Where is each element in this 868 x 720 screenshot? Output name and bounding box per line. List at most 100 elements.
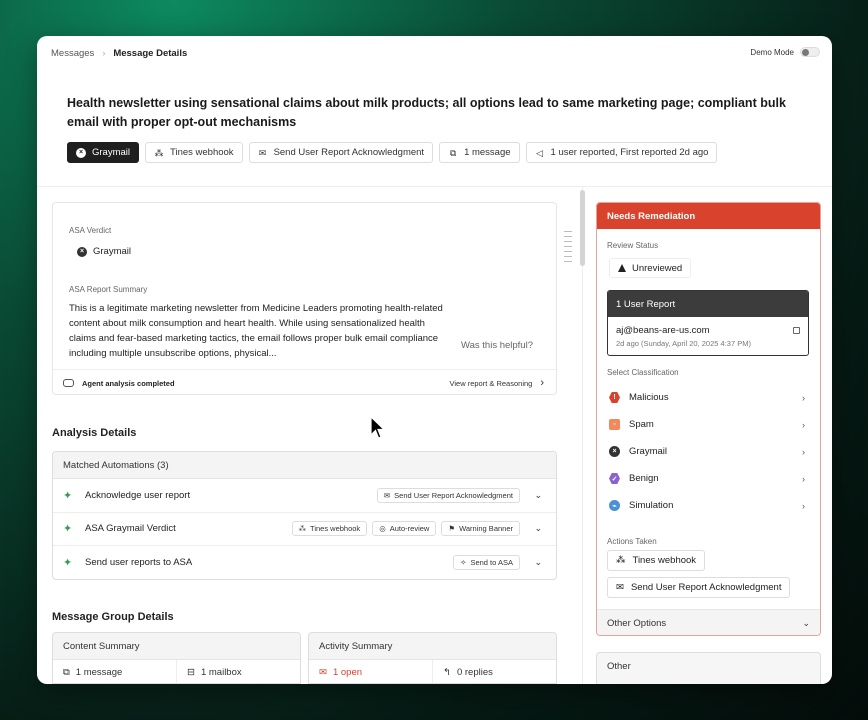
sparkle-icon: ✦: [63, 489, 73, 502]
chevron-down-icon[interactable]: ⌄: [534, 523, 542, 534]
automation-label: Acknowledge user report: [85, 489, 191, 501]
activity-summary-card: Activity Summary ✉ 1 open ↰ 0 replies: [308, 632, 557, 684]
other-card[interactable]: Other: [596, 652, 821, 684]
check-circle-icon: ◎: [379, 524, 386, 534]
verdict-label: ASA Verdict: [69, 226, 112, 235]
webhook-icon: ⁂: [298, 524, 307, 534]
x-circle-icon: ×: [76, 147, 86, 158]
tag-graymail[interactable]: × Graymail: [67, 142, 140, 163]
messages-icon: ⧉: [449, 147, 457, 158]
view-report-label: View report & Reasoning: [449, 378, 533, 388]
cell-value: 1 message: [75, 667, 123, 678]
reply-count-cell: ↰ 0 replies: [432, 660, 556, 683]
review-status-label: Review Status: [607, 241, 659, 250]
chevron-down-icon[interactable]: ⌄: [534, 557, 542, 568]
chevron-right-icon: ›: [802, 473, 805, 484]
toggle-knob: [802, 49, 809, 56]
chevron-down-icon[interactable]: ⌄: [534, 490, 542, 501]
tag-label: 1 user reported, First reported 2d ago: [550, 147, 709, 158]
warning-icon: [618, 264, 626, 272]
classification-label-text: Benign: [629, 473, 659, 484]
view-report-link[interactable]: View report & Reasoning ›: [450, 377, 545, 389]
chip-send-ack[interactable]: ✉ Send User Report Acknowledgment: [376, 487, 520, 503]
chip-label: Send to ASA: [470, 558, 513, 568]
report-date: 2d ago (Sunday, April 20, 2025 4:37 PM): [616, 339, 751, 348]
breadcrumb-messages[interactable]: Messages: [51, 48, 94, 59]
reply-icon: ↰: [443, 667, 451, 678]
actions-label: Actions Taken: [607, 537, 657, 546]
classification-spam[interactable]: ▫ Spam ›: [607, 411, 809, 438]
simulation-icon: ⌁: [609, 500, 620, 511]
tag-message-count[interactable]: ⧉ 1 message: [439, 142, 520, 163]
other-options[interactable]: Other Options ⌄: [597, 609, 820, 635]
action-label: Tines webhook: [632, 555, 697, 566]
message-header: Health newsletter using sensational clai…: [37, 70, 832, 186]
tag-tines-webhook[interactable]: ⁂ Tines webhook: [145, 142, 243, 163]
classification-malicious[interactable]: ! Malicious ›: [607, 384, 809, 411]
copy-icon[interactable]: [793, 327, 800, 334]
action-label: Send User Report Acknowledgment: [630, 582, 782, 593]
demo-mode-toggle[interactable]: [800, 47, 820, 57]
action-send-ack[interactable]: ✉ Send User Report Acknowledgment: [607, 577, 791, 598]
main-content: ASA Verdict × Graymail ASA Report Summary…: [52, 202, 572, 684]
chip-auto-review[interactable]: ◎ Auto-review: [372, 521, 437, 537]
remediation-panel: Needs Remediation Review Status Unreview…: [596, 202, 821, 636]
demo-mode-label: Demo Mode: [750, 47, 794, 57]
action-tines-webhook[interactable]: ⁂ Tines webhook: [607, 550, 706, 571]
content-summary-card: Content Summary ⧉ 1 message ⊟ 1 mailbox: [52, 632, 301, 684]
classification-benign[interactable]: ✓ Benign ›: [607, 465, 809, 492]
chevron-right-icon: ›: [802, 419, 805, 430]
chip-label: Tines webhook: [310, 524, 361, 534]
scroll-thumb[interactable]: [580, 190, 585, 266]
chevron-right-icon: ›: [802, 500, 805, 511]
chip-tines-webhook[interactable]: ⁂ Tines webhook: [291, 521, 368, 537]
classification-label-text: Malicious: [629, 392, 669, 403]
message-tags: × Graymail ⁂ Tines webhook ✉ Send User Repo…: [67, 142, 718, 163]
sparkle-icon: ✦: [63, 523, 73, 536]
check-icon: ✓: [609, 473, 620, 484]
megaphone-icon: ◁: [536, 147, 543, 158]
chip-label: Warning Banner: [459, 524, 513, 534]
cell-value: 1 mailbox: [200, 667, 242, 678]
mail-open-icon: ✉: [319, 667, 327, 678]
tag-label: Send User Report Acknowledgment: [273, 147, 425, 158]
scroll-indicator[interactable]: [564, 231, 572, 262]
automation-label: ASA Graymail Verdict: [85, 523, 176, 535]
x-circle-icon: ×: [609, 446, 620, 457]
user-report-card: 1 User Report aj@beans-are-us.com 2d ago…: [607, 290, 809, 356]
classification-label-text: Simulation: [629, 500, 674, 511]
classification-label-text: Graymail: [629, 446, 668, 457]
chip-send-to-asa[interactable]: ✧ Send to ASA: [453, 555, 520, 571]
breadcrumb-current: Message Details: [113, 47, 188, 59]
classification-label-text: Spam: [629, 419, 654, 430]
chip-warning-banner[interactable]: ⚑ Warning Banner: [441, 521, 520, 537]
verdict-text: Graymail: [93, 246, 132, 257]
classification-simulation[interactable]: ⌁ Simulation ›: [607, 492, 809, 519]
chevron-right-icon: ›: [802, 392, 805, 403]
chip-label: Auto-review: [389, 524, 430, 534]
demo-mode: Demo Mode: [750, 47, 820, 57]
webhook-icon: ⁂: [154, 147, 164, 158]
page-title: Health newsletter using sensational clai…: [67, 96, 786, 129]
report-summary: This is a legitimate marketing newslette…: [69, 303, 443, 359]
helpful-prompt[interactable]: Was this helpful?: [461, 340, 533, 351]
group-title: Message Group Details: [52, 611, 174, 623]
open-count-cell: ✉ 1 open: [309, 660, 432, 683]
automation-label: Send user reports to ASA: [85, 557, 193, 569]
spam-icon: ▫: [609, 419, 620, 430]
review-status-button[interactable]: Unreviewed: [609, 258, 692, 278]
agent-status: Agent analysis completed: [82, 378, 175, 388]
cell-value: 0 replies: [456, 667, 493, 678]
activity-summary-header: Activity Summary: [309, 633, 556, 660]
automation-row[interactable]: ✦ ASA Graymail Verdict ⁂ Tines webhook ◎ A…: [53, 513, 556, 546]
tag-send-ack[interactable]: ✉ Send User Report Acknowledgment: [248, 142, 434, 163]
report-header: 1 User Report: [608, 291, 808, 317]
automation-row[interactable]: ✦ Send user reports to ASA ✧ Send to ASA …: [53, 546, 556, 579]
tag-user-reported[interactable]: ◁ 1 user reported, First reported 2d ago: [525, 142, 718, 163]
reporter-email: aj@beans-are-us.com: [616, 325, 710, 336]
automation-row[interactable]: ✦ Acknowledge user report ✉ Send User Rep…: [53, 479, 556, 513]
flag-icon: ⚑: [448, 524, 456, 534]
chevron-down-icon: ⌄: [802, 617, 810, 628]
classification-graymail[interactable]: × Graymail ›: [607, 438, 809, 465]
other-label: Other: [607, 661, 631, 672]
